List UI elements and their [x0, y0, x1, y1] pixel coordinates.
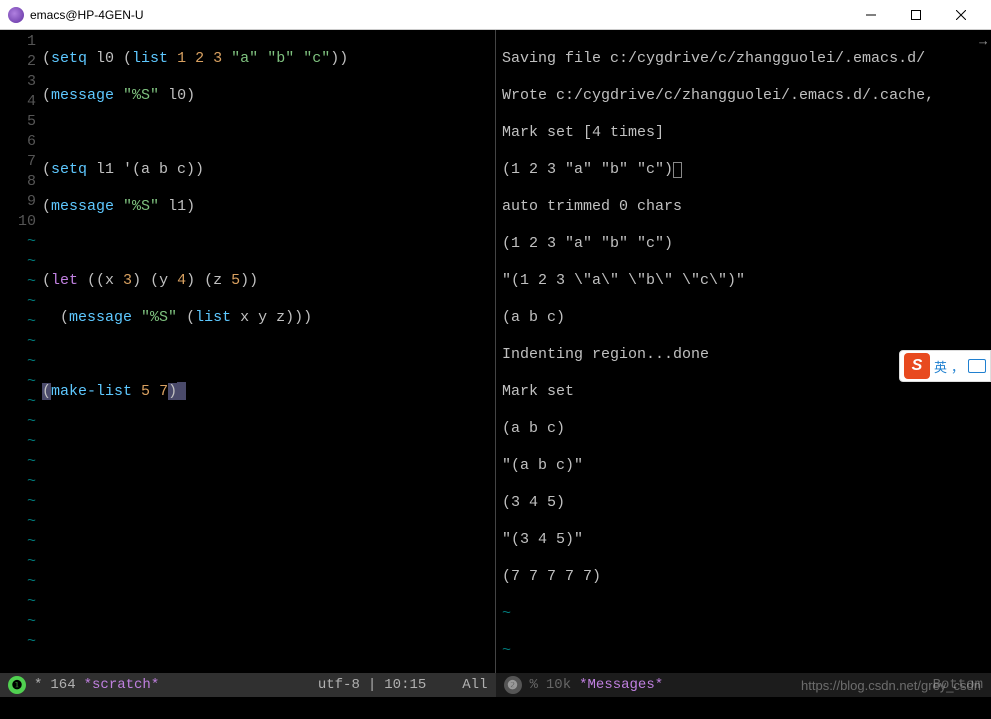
- line-number-gutter: 12345678910 ~~~~~~~~~~~~~~~~~~~~~: [0, 30, 42, 673]
- window-title: emacs@HP-4GEN-U: [30, 8, 144, 22]
- cursor-position: 10:15: [384, 677, 426, 693]
- code-area[interactable]: (setq l0 (list 1 2 3 "a" "b" "c")) (mess…: [42, 30, 495, 673]
- window-titlebar: emacs@HP-4GEN-U: [0, 0, 991, 30]
- modeline-left[interactable]: ❶ * 164 *scratch* utf-8 | 10:15 All: [0, 673, 496, 697]
- buffer-size: 10k: [546, 677, 571, 693]
- modeline-right[interactable]: ❷ % 10k *Messages* Bottom: [496, 673, 991, 697]
- modified-flag: *: [34, 677, 42, 693]
- scroll-percent: Bottom: [933, 677, 983, 693]
- emacs-app-icon: [8, 7, 24, 23]
- window-controls: [848, 0, 983, 29]
- left-editor-pane[interactable]: 12345678910 ~~~~~~~~~~~~~~~~~~~~~ (setq …: [0, 30, 496, 673]
- buffer-size: 164: [50, 677, 75, 693]
- text-cursor: [177, 382, 186, 400]
- window-number-indicator: ❶: [8, 676, 26, 694]
- buffer-name: *Messages*: [579, 677, 663, 693]
- modeline-row: ❶ * 164 *scratch* utf-8 | 10:15 All ❷ % …: [0, 673, 991, 697]
- inactive-cursor: [673, 162, 682, 178]
- minibuffer[interactable]: [0, 697, 991, 719]
- encoding: utf-8: [318, 677, 360, 693]
- emacs-frame: 12345678910 ~~~~~~~~~~~~~~~~~~~~~ (setq …: [0, 30, 991, 673]
- ime-language[interactable]: 英: [934, 357, 947, 376]
- keyboard-icon[interactable]: [968, 359, 986, 373]
- sogou-icon[interactable]: S: [904, 353, 930, 379]
- ime-punct[interactable]: ，: [951, 357, 964, 376]
- window-number-indicator: ❷: [504, 676, 522, 694]
- minimize-button[interactable]: [848, 0, 893, 29]
- maximize-button[interactable]: [893, 0, 938, 29]
- scroll-percent: All: [462, 677, 487, 693]
- close-button[interactable]: [938, 0, 983, 29]
- ime-widget[interactable]: S 英 ，: [899, 350, 991, 382]
- buffer-name: *scratch*: [84, 677, 160, 693]
